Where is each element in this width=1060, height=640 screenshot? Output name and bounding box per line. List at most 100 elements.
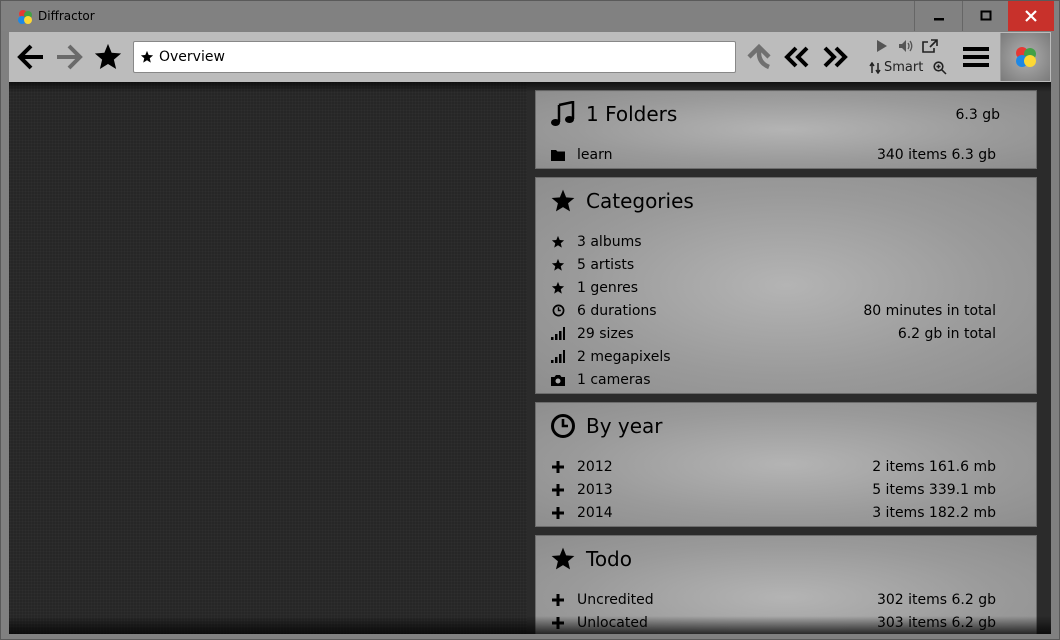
row-label: 2014: [577, 504, 613, 521]
previous-button[interactable]: [781, 41, 813, 73]
list-item[interactable]: 2013 5 items 339.1 mb: [550, 478, 996, 501]
content-area: 1 Folders 6.3 gb learn 340 items 6.3 gb …: [9, 82, 1051, 634]
toolbar: Smart: [9, 32, 1051, 82]
row-value: 5 items 339.1 mb: [872, 481, 996, 498]
panel-header[interactable]: Categories: [550, 188, 694, 214]
row-value: 80 minutes in total: [863, 302, 996, 319]
panel-title: Categories: [586, 189, 694, 213]
row-value: 303 items 6.2 gb: [876, 614, 996, 631]
panel-title: 1 Folders: [586, 102, 678, 126]
clock-icon: [551, 414, 575, 438]
list-item[interactable]: 2014 3 items 182.2 mb: [550, 501, 996, 524]
menu-icon: [963, 47, 989, 67]
row-value: 302 items 6.2 gb: [876, 591, 996, 608]
play-button[interactable]: [875, 38, 889, 54]
list-item[interactable]: 5 artists: [550, 253, 996, 276]
list-item[interactable]: Uncredited 302 items 6.2 gb: [550, 588, 996, 611]
row-label: 29 sizes: [577, 325, 634, 342]
bars-icon: [551, 327, 565, 340]
next-button[interactable]: [819, 41, 851, 73]
back-button[interactable]: [15, 41, 47, 73]
address-bar[interactable]: [133, 41, 736, 73]
address-input[interactable]: [159, 49, 719, 65]
volume-button[interactable]: [897, 38, 915, 54]
music-note-icon: [551, 101, 575, 126]
row-value: 340 items 6.3 gb: [876, 146, 996, 163]
camera-icon: [551, 374, 565, 386]
menu-button[interactable]: [960, 41, 992, 73]
row-value: 6.2 gb in total: [897, 325, 996, 342]
zoom-button[interactable]: [932, 60, 948, 76]
star-icon: [551, 547, 575, 570]
sort-selector[interactable]: Smart: [869, 60, 923, 75]
star-icon: [551, 281, 565, 294]
up-button[interactable]: [743, 41, 775, 73]
star-icon: [551, 189, 575, 212]
star-icon: [140, 50, 154, 63]
panel-header[interactable]: Todo: [550, 546, 632, 572]
close-button[interactable]: [1008, 1, 1054, 31]
maximize-button[interactable]: [962, 1, 1008, 31]
row-label: 2 megapixels: [577, 348, 671, 365]
row-label: 1 genres: [577, 279, 639, 296]
previous-icon: [784, 46, 809, 68]
back-arrow-icon: [17, 44, 43, 70]
app-window: Diffractor Overview Smart 1 Folders 6.3 …: [0, 0, 1060, 640]
row-label: Unlocated: [577, 614, 648, 631]
up-arrow-icon: [747, 43, 771, 70]
row-label: 3 albums: [577, 233, 642, 250]
next-icon: [823, 46, 848, 68]
row-label: 1 cameras: [577, 371, 651, 388]
categories-panel: Categories 3 albums 5 artists 1 genres 6…: [535, 177, 1037, 394]
row-value: 2 items 161.6 mb: [872, 458, 996, 475]
sort-label: Smart: [884, 60, 924, 75]
row-label: learn: [577, 146, 613, 163]
panel-header[interactable]: 1 Folders: [550, 101, 677, 127]
list-item[interactable]: Unlocated 303 items 6.2 gb: [550, 611, 996, 634]
row-label: 5 artists: [577, 256, 635, 273]
clock-icon: [552, 304, 564, 317]
plus-icon: [552, 460, 564, 473]
by-year-panel: By year 2012 2 items 161.6 mb 2013 5 ite…: [535, 402, 1037, 527]
volume-icon: [899, 40, 913, 52]
panel-total: 6.3 gb: [955, 107, 1001, 123]
plus-icon: [552, 483, 564, 496]
plus-icon: [552, 593, 564, 606]
app-logo-icon: [18, 10, 32, 24]
window-title: Diffractor: [38, 9, 95, 23]
list-item[interactable]: 1 genres: [550, 276, 996, 299]
list-item[interactable]: 29 sizes 6.2 gb in total: [550, 322, 996, 345]
title-bar: Diffractor: [1, 1, 1059, 31]
favorite-button[interactable]: [91, 40, 125, 74]
forward-button[interactable]: [53, 41, 85, 73]
app-logo-icon: [1016, 47, 1036, 67]
bars-icon: [551, 350, 565, 363]
folder-icon: [551, 149, 565, 161]
panel-title: Todo: [586, 547, 632, 571]
plus-icon: [552, 616, 564, 629]
star-icon: [551, 235, 565, 248]
row-label: 2013: [577, 481, 613, 498]
forward-arrow-icon: [57, 44, 83, 70]
list-item[interactable]: 2 megapixels: [550, 345, 996, 368]
list-item[interactable]: 2012 2 items 161.6 mb: [550, 455, 996, 478]
sort-icon: [869, 61, 881, 74]
preview-thumbnail[interactable]: [1000, 33, 1050, 81]
list-item[interactable]: 1 cameras: [550, 368, 996, 391]
row-label: 6 durations: [577, 302, 657, 319]
row-label: Uncredited: [577, 591, 654, 608]
list-item[interactable]: learn 340 items 6.3 gb: [550, 143, 996, 166]
minimize-icon: [933, 18, 944, 21]
play-icon: [877, 40, 887, 52]
row-value: 3 items 182.2 mb: [872, 504, 996, 521]
minimize-button[interactable]: [914, 1, 962, 31]
star-icon: [94, 43, 122, 69]
open-external-button[interactable]: [921, 38, 939, 54]
list-item[interactable]: 6 durations 80 minutes in total: [550, 299, 996, 322]
row-label: 2012: [577, 458, 613, 475]
external-link-icon: [922, 39, 938, 53]
close-icon: [1025, 10, 1037, 22]
list-item[interactable]: 3 albums: [550, 230, 996, 253]
panel-title: By year: [586, 414, 663, 438]
panel-header[interactable]: By year: [550, 413, 663, 439]
